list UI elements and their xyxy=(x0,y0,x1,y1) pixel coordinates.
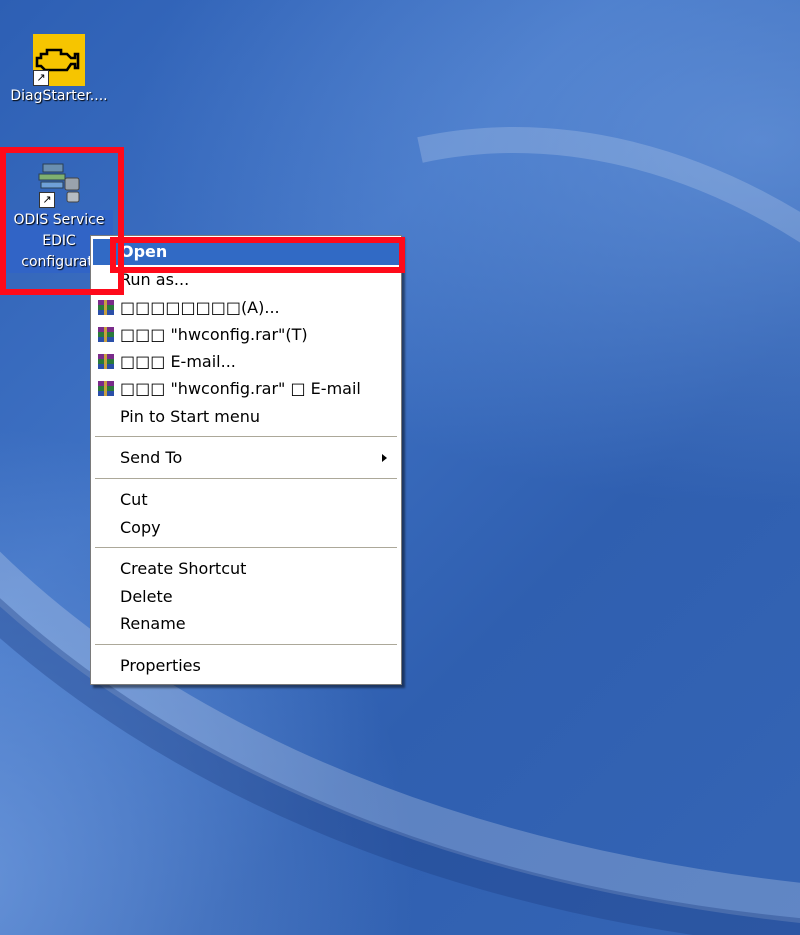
menu-item-label: □□□ "hwconfig.rar" □ E-mail xyxy=(120,379,361,398)
menu-item-label: Delete xyxy=(120,587,173,606)
winrar-icon xyxy=(98,354,114,369)
menu-item-label: □□□ "hwconfig.rar"(T) xyxy=(120,325,308,344)
winrar-icon xyxy=(98,327,114,342)
menu-separator xyxy=(95,547,397,548)
label-line-1: ODIS Service xyxy=(13,212,105,228)
desktop-icon-diagstarter[interactable]: ↗ DiagStarter.... xyxy=(0,34,118,107)
menu-item-label: Send To xyxy=(120,448,183,467)
menu-item-label: Cut xyxy=(120,490,148,509)
menu-item-delete[interactable]: Delete xyxy=(93,584,399,610)
desktop-icon-label: DiagStarter.... xyxy=(10,88,108,104)
menu-separator xyxy=(95,478,397,479)
menu-item-cut[interactable]: Cut xyxy=(93,487,399,513)
winrar-icon xyxy=(98,300,114,315)
menu-item-label: Pin to Start menu xyxy=(120,407,260,426)
menu-item-open[interactable]: Open xyxy=(93,239,399,265)
odis-config-icon: ↗ xyxy=(33,158,85,210)
context-menu: Open Run as... □□□□□□□□(A)... □□□ "hwcon… xyxy=(90,235,402,685)
menu-item-copy[interactable]: Copy xyxy=(93,515,399,541)
menu-item-rename[interactable]: Rename xyxy=(93,611,399,637)
menu-item-add-to-archive[interactable]: □□□□□□□□(A)... xyxy=(93,295,399,321)
menu-item-label: Open xyxy=(120,242,168,261)
menu-item-compress-email[interactable]: □□□ E-mail... xyxy=(93,349,399,375)
menu-item-label: Run as... xyxy=(120,270,190,289)
menu-item-compress-rar-email[interactable]: □□□ "hwconfig.rar" □ E-mail xyxy=(93,376,399,402)
menu-item-send-to[interactable]: Send To xyxy=(93,445,399,471)
engine-warning-icon: ↗ xyxy=(33,34,85,86)
menu-item-label: Create Shortcut xyxy=(120,559,247,578)
menu-item-label: Copy xyxy=(120,518,161,537)
menu-item-properties[interactable]: Properties xyxy=(93,653,399,679)
menu-item-run-as[interactable]: Run as... xyxy=(93,267,399,293)
shortcut-arrow-icon: ↗ xyxy=(39,192,55,208)
menu-item-label: Rename xyxy=(120,614,186,633)
menu-item-label: □□□□□□□□(A)... xyxy=(120,298,280,317)
menu-item-label: □□□ E-mail... xyxy=(120,352,236,371)
submenu-arrow-icon xyxy=(382,454,387,462)
menu-item-add-to-rar[interactable]: □□□ "hwconfig.rar"(T) xyxy=(93,322,399,348)
shortcut-arrow-icon: ↗ xyxy=(33,70,49,86)
winrar-icon xyxy=(98,381,114,396)
menu-item-pin-to-start[interactable]: Pin to Start menu xyxy=(93,404,399,430)
menu-item-create-shortcut[interactable]: Create Shortcut xyxy=(93,556,399,582)
menu-item-label: Properties xyxy=(120,656,201,675)
menu-separator xyxy=(95,644,397,645)
menu-separator xyxy=(95,436,397,437)
